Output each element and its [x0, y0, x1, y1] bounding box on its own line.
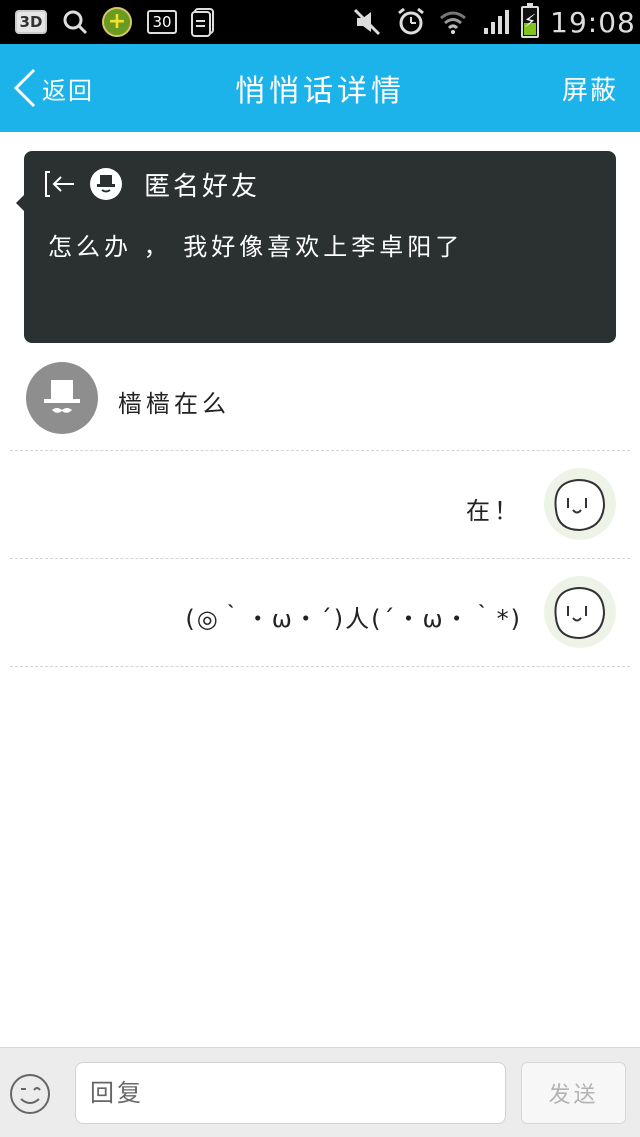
reply-text: 在！	[466, 497, 522, 525]
signal-icon	[480, 0, 514, 44]
anonymous-avatar-icon[interactable]	[26, 362, 98, 434]
calendar-icon: 30	[144, 0, 180, 44]
document-icon	[188, 0, 218, 44]
3d-badge-label: 3D	[14, 10, 48, 34]
anonymous-message-card: 匿名好友 怎么办 ， 我好像喜欢上李卓阳了	[16, 151, 616, 343]
plus-app-icon: +	[100, 0, 134, 44]
list-item: (◎｀・ω・´)人(´・ω・｀*)	[0, 559, 640, 666]
send-button[interactable]: 发送	[521, 1062, 626, 1124]
alarm-icon	[394, 0, 428, 44]
message-header: 匿名好友	[44, 167, 261, 202]
search-icon	[60, 0, 90, 44]
status-time: 19:08	[550, 5, 636, 39]
message-content: 怎么办 ， 我好像喜欢上李卓阳了	[48, 233, 464, 261]
exit-icon[interactable]	[44, 168, 76, 200]
list-item: 在！	[0, 451, 640, 558]
page-title: 悄悄话详情	[235, 74, 405, 109]
wifi-icon	[438, 0, 468, 44]
emoji-icon[interactable]	[8, 1072, 52, 1116]
status-bar: 3D + 30 ⚡ 19:08	[0, 0, 640, 44]
sender-name: 匿名好友	[144, 171, 261, 202]
block-button[interactable]: 屏蔽	[562, 44, 618, 132]
mute-icon	[352, 0, 382, 44]
calendar-day: 30	[147, 10, 177, 34]
reply-input[interactable]	[75, 1062, 506, 1124]
reply-text: (◎｀・ω・´)人(´・ω・｀*)	[185, 605, 522, 633]
anonymous-avatar-icon	[90, 168, 122, 200]
list-item: 樯樯在么	[0, 352, 640, 450]
battery-charging-icon: ⚡	[518, 0, 542, 44]
divider	[10, 666, 630, 667]
user-avatar[interactable]	[544, 468, 616, 540]
3d-badge-icon: 3D	[12, 0, 50, 44]
reply-text: 樯樯在么	[118, 390, 230, 418]
user-avatar[interactable]	[544, 576, 616, 648]
app-header: 返回 悄悄话详情 屏蔽	[0, 44, 640, 132]
reply-bar: 发送	[0, 1047, 640, 1137]
